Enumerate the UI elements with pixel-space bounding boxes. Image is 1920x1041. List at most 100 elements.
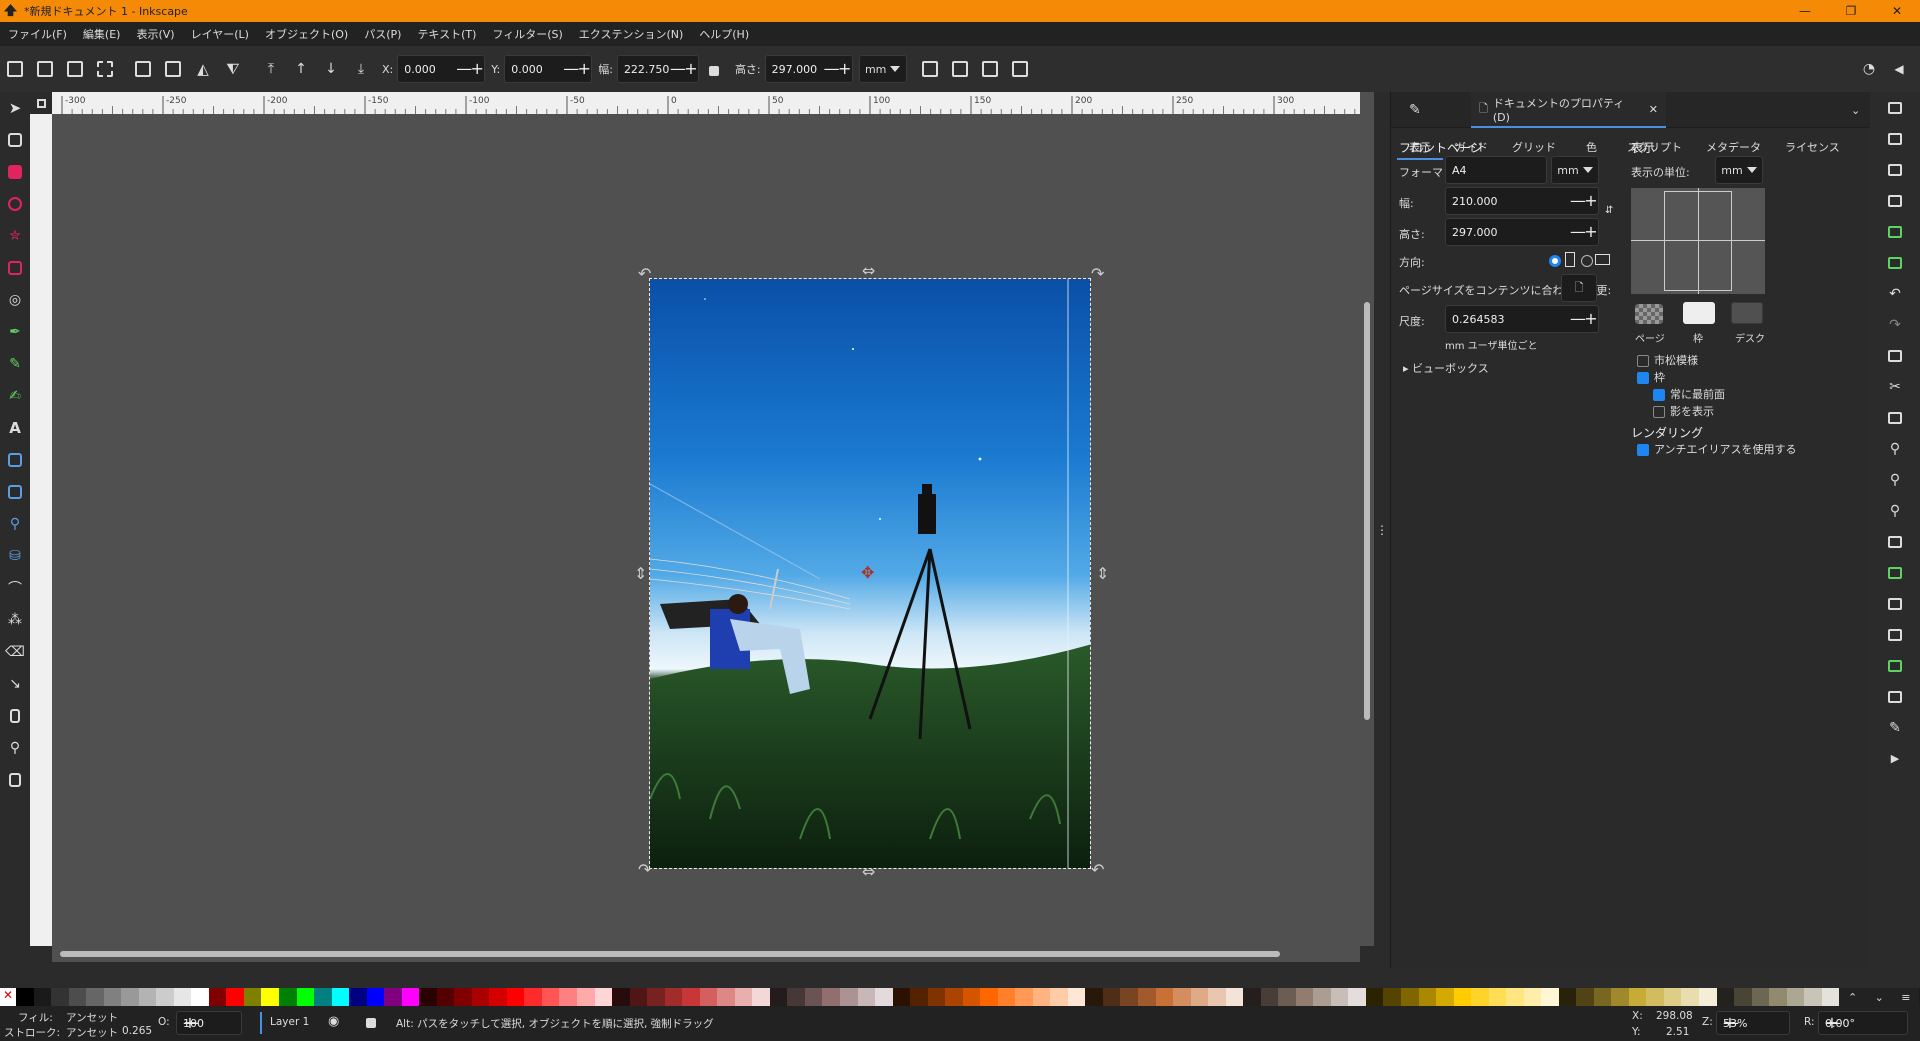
rotate-cw-button[interactable] [158,54,188,84]
color-swatch[interactable] [1628,988,1647,1006]
color-swatch[interactable] [734,988,753,1006]
color-swatch[interactable] [1611,988,1629,1006]
rotate-input[interactable]: 0.00° — + [1818,1011,1908,1035]
display-units-select[interactable]: mm [1715,156,1763,184]
color-swatch[interactable] [1769,988,1787,1006]
page-width-decrement[interactable]: — [1570,193,1586,209]
horizontal-scrollbar[interactable] [52,946,1360,962]
lock-ratio-button[interactable] [699,54,729,84]
page-width-input[interactable]: 210.000 — + [1445,187,1599,215]
color-swatch[interactable] [121,988,139,1006]
color-swatch[interactable] [1138,988,1156,1006]
rotate-ccw-button[interactable] [128,54,158,84]
zoom-tool[interactable]: ⚲ [2,732,28,764]
color-swatch[interactable] [682,988,700,1006]
flip-vertical-button[interactable]: ⧨ [218,54,248,84]
open-button[interactable] [1882,123,1908,154]
menu-help[interactable]: ヘルプ(H) [691,26,757,42]
color-swatch[interactable] [1400,988,1419,1006]
color-swatch[interactable] [699,988,718,1006]
raise-to-top-button[interactable]: ⤒ [256,54,286,84]
h-increment[interactable]: + [838,61,852,77]
scale-decrement[interactable]: — [1570,311,1586,327]
minimize-button[interactable]: — [1782,0,1828,22]
deselect-button[interactable] [60,54,90,84]
page-color-swatch[interactable] [1635,304,1663,324]
color-swatch[interactable] [577,988,595,1006]
color-swatch[interactable] [1330,988,1349,1006]
color-swatch[interactable] [1436,988,1454,1006]
color-swatch[interactable] [647,988,665,1006]
selector-tool[interactable]: ➤ [2,92,28,124]
select-all-layers-button[interactable] [30,54,60,84]
always-on-top-checkbox[interactable]: 常に最前面 [1653,386,1725,402]
color-swatch[interactable] [541,988,560,1006]
lower-to-bottom-button[interactable]: ⤓ [346,54,376,84]
color-swatch[interactable] [1576,988,1594,1006]
lock-icon[interactable] [366,1018,376,1028]
color-swatch[interactable] [1067,988,1086,1006]
menu-layer[interactable]: レイヤー(L) [183,26,257,42]
color-swatch[interactable] [1225,988,1244,1006]
color-swatch[interactable] [296,988,315,1006]
skew-handle-right[interactable]: ⇕ [1096,564,1109,583]
unlink-clone-button[interactable] [1882,619,1908,650]
color-swatch[interactable] [1488,988,1507,1006]
color-swatch[interactable] [1471,988,1489,1006]
rotate-increment[interactable]: + [1825,1015,1839,1031]
pages-tool[interactable] [2,764,28,796]
color-swatch[interactable] [138,988,157,1006]
horizontal-scroll-thumb[interactable] [60,951,1280,957]
color-swatch[interactable] [1313,988,1331,1006]
color-swatch[interactable] [1751,988,1770,1006]
color-swatch[interactable] [1681,988,1699,1006]
color-swatch[interactable] [1032,988,1051,1006]
color-swatch[interactable] [752,988,770,1006]
cut-button[interactable]: ✂ [1882,371,1908,402]
mesh-tool[interactable] [2,476,28,508]
color-swatch[interactable] [103,988,122,1006]
tweak-tool[interactable]: ⌒ [2,572,28,604]
desk-color-swatch[interactable] [1731,302,1763,324]
zoom-center-button[interactable] [1882,526,1908,557]
zoom-page-button[interactable]: ⚲ [1882,495,1908,526]
undo-button[interactable]: ↶ [1882,278,1908,309]
menu-file[interactable]: ファイル(F) [0,26,75,42]
color-swatch[interactable] [769,988,788,1006]
color-swatch[interactable] [594,988,613,1006]
color-swatch[interactable] [1208,988,1226,1006]
stroke-value[interactable]: アンセット [66,1025,118,1040]
select-all-button[interactable] [0,54,30,84]
show-shadow-checkbox[interactable]: 影を表示 [1653,403,1714,419]
color-swatch[interactable] [629,988,648,1006]
y-increment[interactable]: + [577,61,591,77]
color-swatch[interactable] [857,988,876,1006]
layer-name[interactable]: Layer 1 [270,1016,309,1028]
color-swatch[interactable] [997,988,1016,1006]
more-commands-button[interactable]: ▶ [1882,743,1908,774]
y-decrement[interactable]: — [563,61,579,77]
color-swatch[interactable] [506,988,525,1006]
antialias-checkbox[interactable]: アンチエイリアスを使用する [1637,441,1797,457]
color-swatch[interactable] [1348,988,1366,1006]
text-tool[interactable]: A [2,412,28,444]
color-swatch[interactable] [243,988,262,1006]
opacity-input[interactable]: 100— + [176,1011,242,1035]
vertical-ruler[interactable] [30,114,52,946]
color-swatch[interactable] [1015,988,1033,1006]
spray-tool[interactable]: ⁂ [2,604,28,636]
color-swatch[interactable] [1804,988,1822,1006]
print-button[interactable] [1882,185,1908,216]
color-swatch[interactable] [156,988,174,1006]
color-swatch[interactable] [314,988,332,1006]
spiral-tool[interactable]: ◎ [2,284,28,316]
border-checkbox[interactable]: 枠 [1637,369,1665,385]
color-swatch[interactable] [1506,988,1524,1006]
visibility-icon[interactable]: ◉ [328,1014,339,1029]
page-height-input[interactable]: 297.000 — + [1445,218,1599,246]
unit-select[interactable]: mm [858,55,907,83]
x-input[interactable]: 0.000 — + [397,55,486,83]
x-decrement[interactable]: — [456,61,472,77]
resize-to-content-button[interactable]: 🗋 [1561,274,1597,302]
import-button[interactable] [1882,216,1908,247]
